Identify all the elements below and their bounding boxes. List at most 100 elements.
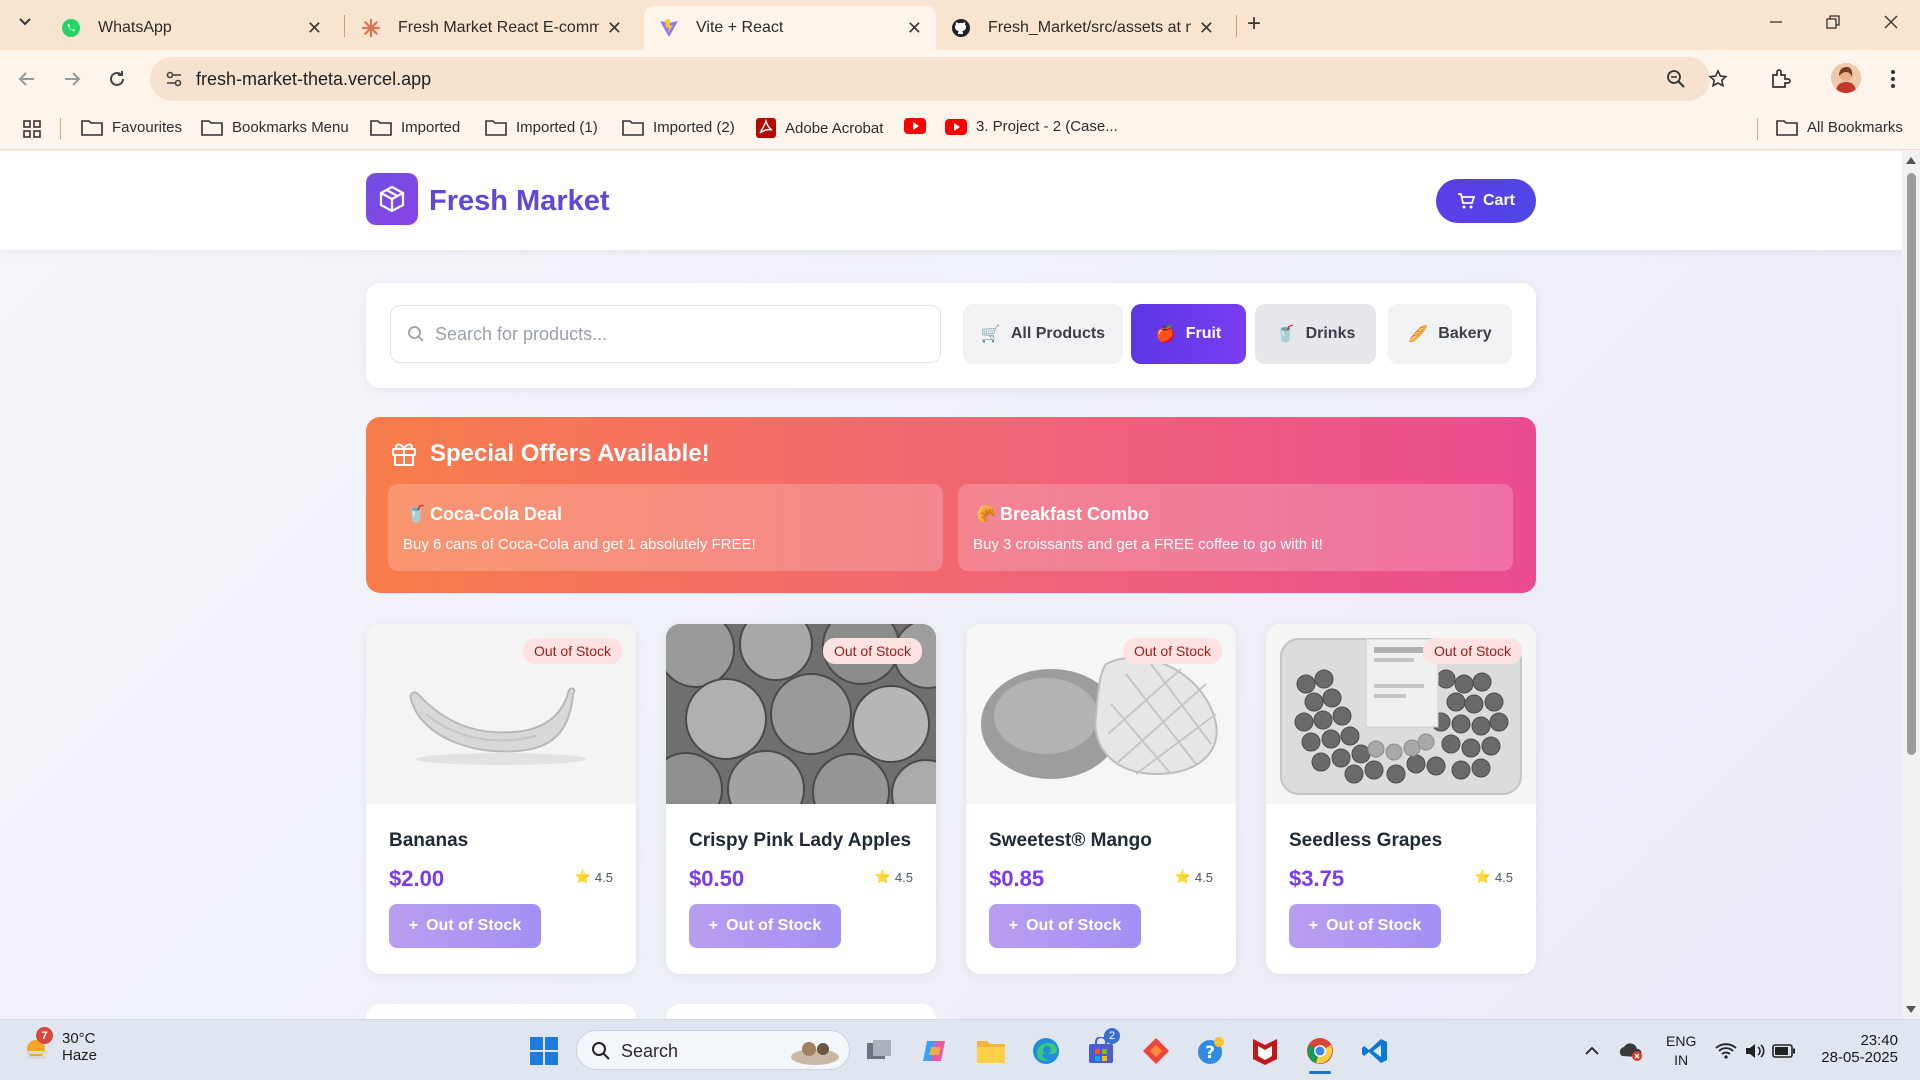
bookmark-all-bookmarks[interactable]: All Bookmarks	[1776, 118, 1903, 136]
bookmark-favourites[interactable]: Favourites	[81, 118, 182, 136]
tab-whatsapp[interactable]: WhatsApp ✕	[46, 6, 336, 50]
add-to-cart-button[interactable]: + Out of Stock	[389, 904, 541, 948]
category-bakery[interactable]: 🥖 Bakery	[1388, 304, 1512, 364]
microsoft-store-icon[interactable]: 2	[1084, 1028, 1120, 1068]
vscode-icon[interactable]	[1358, 1034, 1392, 1068]
bookmark-imported-2[interactable]: Imported (2)	[622, 118, 735, 136]
weather-widget[interactable]: 7 30°C Haze	[20, 1027, 98, 1064]
close-tab-icon[interactable]: ✕	[1199, 18, 1214, 39]
product-card-next-row[interactable]	[366, 1004, 636, 1019]
apps-grid-icon[interactable]	[22, 119, 42, 139]
language-indicator[interactable]: ENG IN	[1666, 1032, 1696, 1070]
acrobat-icon	[756, 118, 776, 138]
clock[interactable]: 23:40 28-05-2025	[1818, 1032, 1898, 1066]
close-window-icon[interactable]	[1883, 14, 1899, 30]
product-card-mango[interactable]: Out of Stock Sweetest® Mango $0.85 ⭐ 4.5 …	[966, 624, 1236, 974]
category-all-products[interactable]: 🛒 All Products	[963, 304, 1123, 364]
close-tab-icon[interactable]: ✕	[307, 18, 322, 39]
file-explorer-icon[interactable]	[974, 1034, 1008, 1068]
croissant-icon: 🥐	[976, 506, 996, 523]
site-info-icon[interactable]	[164, 69, 184, 89]
copilot-icon[interactable]	[918, 1034, 952, 1068]
reload-icon[interactable]	[104, 66, 130, 92]
chrome-icon[interactable]	[1303, 1034, 1337, 1074]
windows-start-icon[interactable]	[527, 1034, 561, 1068]
svg-text:?: ?	[1205, 1043, 1215, 1063]
plus-icon: +	[408, 917, 419, 934]
tab-fresh-market-chat[interactable]: Fresh Market React E-commerce ✕	[346, 6, 636, 50]
weather-sun-icon: 7	[20, 1027, 53, 1063]
whatsapp-icon	[60, 17, 82, 39]
special-offers-banner: Special Offers Available! 🥤 Coca-Cola De…	[366, 417, 1536, 593]
tab-title: Fresh Market React E-commerce	[398, 19, 599, 36]
edge-icon[interactable]	[1029, 1034, 1063, 1068]
bookmark-youtube[interactable]	[904, 118, 935, 134]
apple-icon: 🍎	[1155, 326, 1176, 343]
product-card-bananas[interactable]: Out of Stock Bananas $2.00 ⭐ 4.5 + Out of …	[366, 624, 636, 974]
category-drinks[interactable]: 🥤 Drinks	[1255, 304, 1376, 364]
restore-icon[interactable]	[1825, 14, 1841, 30]
tab-vite-react[interactable]: Vite + React ✕	[644, 6, 936, 50]
bookmark-star-icon[interactable]	[1705, 66, 1731, 92]
zoom-icon[interactable]	[1666, 69, 1686, 89]
brand-name[interactable]: Fresh Market	[429, 185, 610, 218]
bookmark-adobe-acrobat[interactable]: Adobe Acrobat	[756, 118, 883, 138]
close-tab-icon[interactable]: ✕	[607, 18, 622, 39]
tab-github-assets[interactable]: Fresh_Market/src/assets at main ✕	[936, 6, 1228, 50]
close-tab-icon[interactable]: ✕	[907, 18, 922, 39]
battery-icon[interactable]	[1767, 1034, 1801, 1068]
star-icon: ⭐	[874, 869, 891, 884]
clock-time: 23:40	[1860, 1032, 1898, 1049]
product-rating: ⭐ 4.5	[874, 869, 913, 885]
task-view-icon[interactable]	[862, 1034, 896, 1068]
address-bar[interactable]: fresh-market-theta.vercel.app	[150, 57, 1710, 101]
category-fruit[interactable]: 🍎 Fruit	[1131, 304, 1246, 364]
add-to-cart-button[interactable]: + Out of Stock	[689, 904, 841, 948]
product-card-grapes[interactable]: Out of Stock Seedless Grapes $3.75 ⭐ 4.5 …	[1266, 624, 1536, 974]
box-logo-icon[interactable]	[366, 173, 418, 225]
tab-search-dropdown-icon[interactable]	[16, 12, 34, 30]
extensions-icon[interactable]	[1768, 66, 1794, 92]
stock-badge: Out of Stock	[1122, 638, 1222, 664]
browser-menu-icon[interactable]	[1880, 66, 1906, 92]
product-price: $2.00	[389, 866, 445, 891]
anydesk-icon[interactable]	[1139, 1034, 1173, 1068]
search-icon	[591, 1041, 611, 1061]
product-card-apples[interactable]: Out of Stock Crispy Pink Lady Apples $0.…	[666, 624, 936, 974]
forward-icon[interactable]	[59, 66, 85, 92]
product-name: Crispy Pink Lady Apples	[689, 830, 912, 851]
offer-description: Buy 6 cans of Coca-Cola and get 1 absolu…	[403, 536, 756, 553]
new-tab-icon[interactable]: +	[1247, 10, 1261, 38]
drink-cup-icon: 🥤	[406, 506, 426, 523]
minimize-icon[interactable]	[1768, 14, 1784, 30]
bookmark-imported-1[interactable]: Imported (1)	[485, 118, 598, 136]
scrollbar-thumb[interactable]	[1907, 173, 1916, 755]
search-input[interactable]: Search for products...	[390, 305, 941, 363]
offer-breakfast-combo[interactable]: 🥐 Breakfast Combo Buy 3 croissants and g…	[958, 484, 1513, 571]
add-to-cart-button[interactable]: + Out of Stock	[989, 904, 1141, 948]
youtube-icon	[945, 118, 967, 135]
bookmark-bookmarks-menu[interactable]: Bookmarks Menu	[201, 118, 349, 136]
bookmark-project-2[interactable]: 3. Project - 2 (Case...	[945, 118, 1118, 135]
onedrive-icon[interactable]	[1614, 1034, 1648, 1068]
weather-description: Haze	[62, 1047, 98, 1064]
cart-button[interactable]: Cart	[1436, 179, 1536, 223]
scroll-up-arrow-icon[interactable]	[1906, 157, 1916, 164]
profile-avatar[interactable]	[1831, 63, 1861, 93]
product-card-next-row[interactable]	[666, 1004, 936, 1019]
back-icon[interactable]	[14, 66, 40, 92]
product-price: $0.85	[989, 866, 1045, 891]
add-to-cart-button[interactable]: + Out of Stock	[1289, 904, 1441, 948]
cart-label: Cart	[1482, 192, 1515, 209]
mcafee-icon[interactable]	[1248, 1034, 1282, 1068]
bookmark-imported[interactable]: Imported	[370, 118, 460, 136]
chevron-up-icon[interactable]	[1575, 1034, 1609, 1068]
page-scrollbar[interactable]	[1902, 151, 1920, 1019]
help-icon[interactable]: ?	[1194, 1034, 1228, 1068]
browser-toolbar: fresh-market-theta.vercel.app	[0, 50, 1920, 108]
taskbar-search[interactable]: Search	[576, 1030, 850, 1070]
url-text: fresh-market-theta.vercel.app	[196, 69, 432, 89]
offer-coca-cola[interactable]: 🥤 Coca-Cola Deal Buy 6 cans of Coca-Cola…	[388, 484, 943, 571]
store-badge: 2	[1104, 1028, 1120, 1044]
scroll-down-arrow-icon[interactable]	[1906, 1006, 1916, 1013]
